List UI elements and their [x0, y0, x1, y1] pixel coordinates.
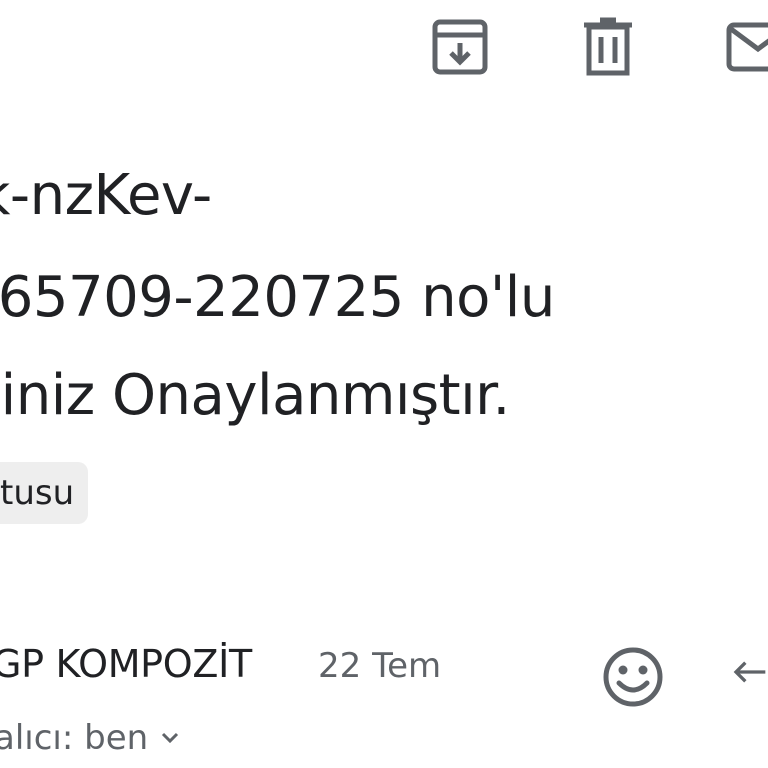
sender-name[interactable]: GP KOMPOZİT [0, 642, 252, 686]
mail-icon [726, 22, 768, 72]
email-subject-line-3: şiniz Onaylanmıştır. [0, 363, 510, 428]
label-chip-text: tusu [0, 473, 75, 513]
reply-button[interactable] [728, 642, 768, 702]
sent-date: 22 Tem [318, 646, 442, 686]
label-chip[interactable]: tusu [0, 462, 88, 524]
chevron-down-icon [158, 726, 182, 750]
archive-button[interactable] [424, 12, 496, 82]
email-view: k-nzKev- -65709-220725 no'lu şiniz Onayl… [0, 0, 768, 768]
email-subject-line-1: k-nzKev- [0, 163, 212, 228]
email-subject-line-2: -65709-220725 no'lu [0, 265, 555, 330]
mark-unread-button[interactable] [716, 12, 768, 82]
trash-icon [584, 17, 632, 76]
emoji-icon [603, 647, 663, 707]
delete-button[interactable] [572, 12, 644, 82]
recipient-details-toggle[interactable]: alıcı: ben [0, 716, 182, 760]
add-reaction-button[interactable] [598, 642, 668, 712]
archive-icon [432, 19, 488, 75]
recipient-text: alıcı: ben [0, 718, 149, 758]
reply-icon [733, 661, 766, 683]
